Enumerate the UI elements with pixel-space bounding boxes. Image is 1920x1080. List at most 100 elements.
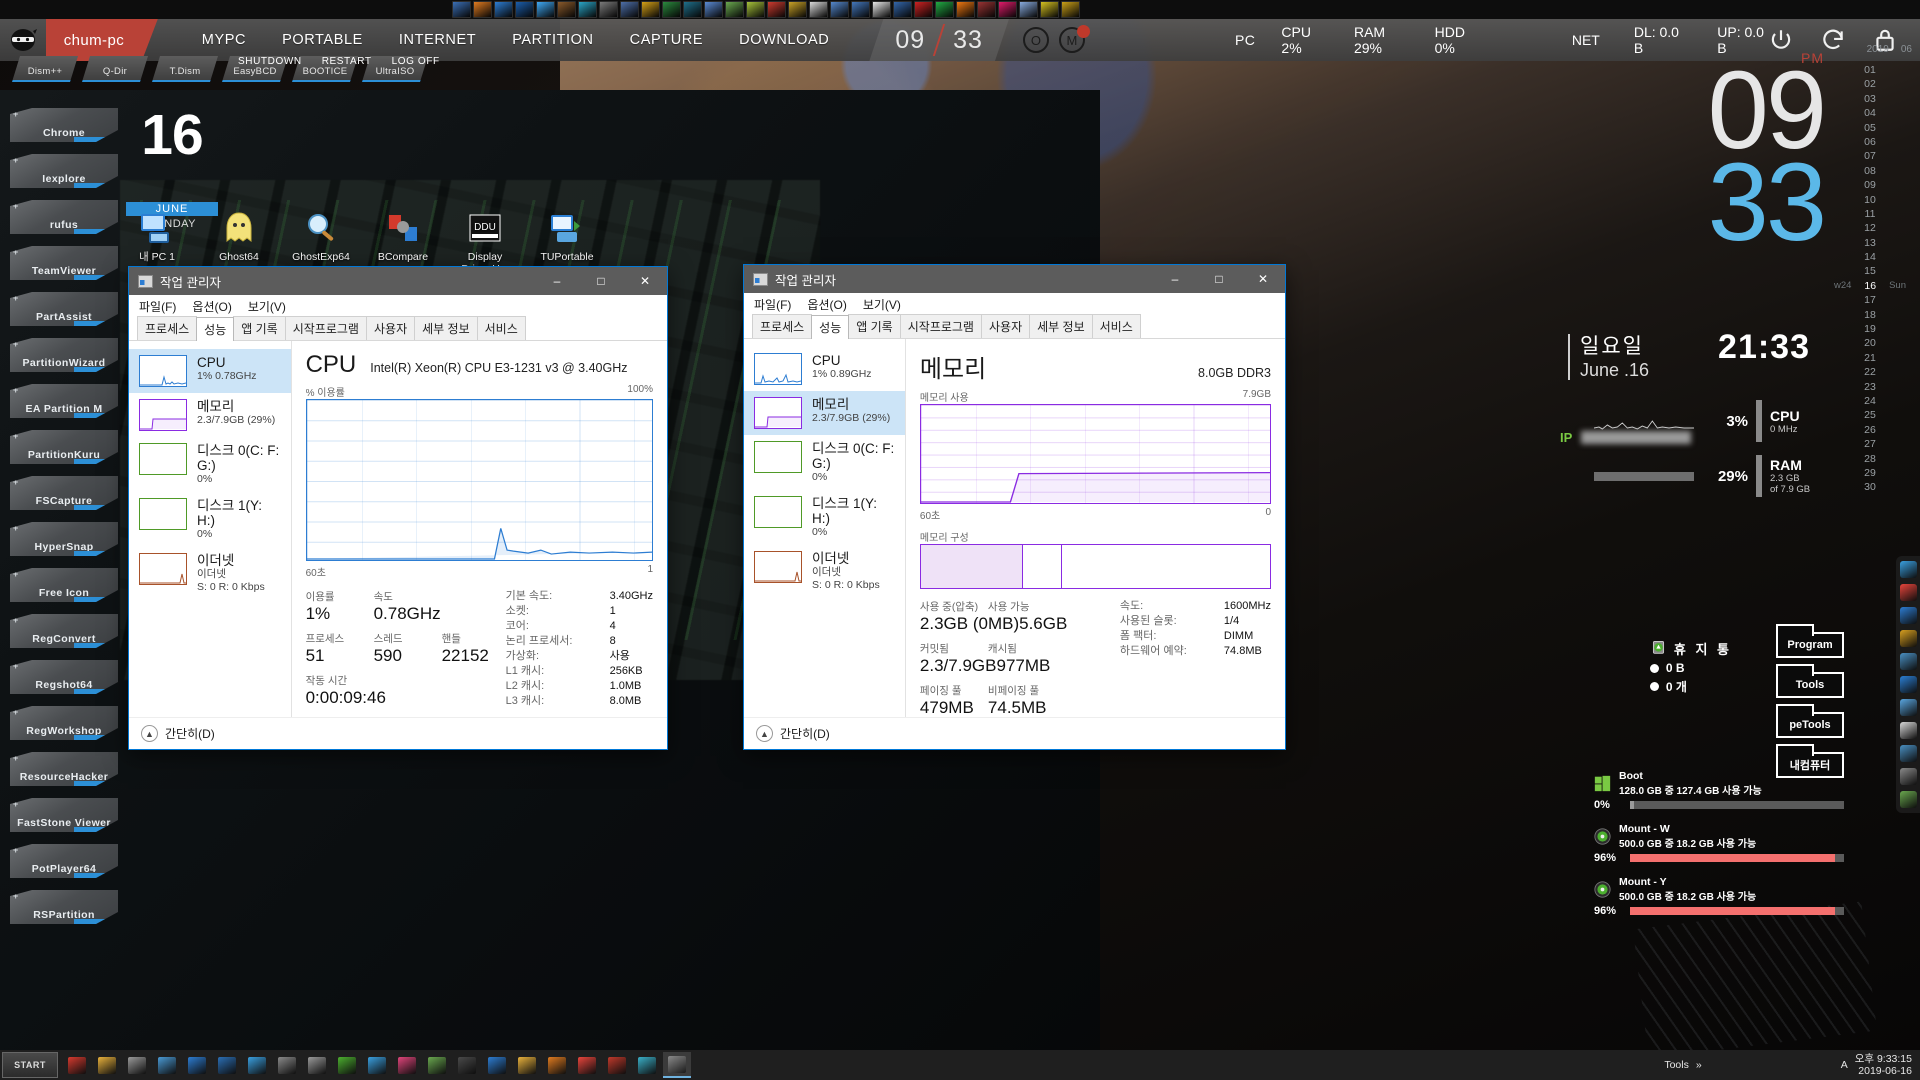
tray-icon-22[interactable] [893,1,912,18]
rail-shortcut-fscapture[interactable]: + FSCapture [10,476,118,510]
shortcut-tdism[interactable]: T.Dism [152,56,218,82]
taskbar-item-monitor-icon[interactable] [183,1052,211,1078]
menu-options[interactable]: 옵션(O) [807,296,846,313]
tray-icon-12[interactable] [683,1,702,18]
tray-icon-18[interactable] [809,1,828,18]
windows-taskbar[interactable]: START Tools » A 오후 9:33:15 2019-06-16 [0,1050,1920,1080]
taskbar-item-blue-folder-icon[interactable] [483,1052,511,1078]
left-shortcut-rail[interactable]: + Chrome + Iexplore + rufus + TeamViewer + PartAs… [10,108,118,924]
rail-shortcut-ea-partition-m[interactable]: + EA Partition M [10,384,118,418]
shortcut-qdir[interactable]: Q-Dir [82,56,148,82]
window-titlebar[interactable]: 작업 관리자 – □ ✕ [744,265,1285,293]
taskbar-item-chrome-icon[interactable] [573,1052,601,1078]
tray-icon-4[interactable] [515,1,534,18]
taskbar-item-yellow-app-icon[interactable] [513,1052,541,1078]
computer-icon[interactable] [1899,699,1917,716]
folder-shortcut-peTools[interactable]: peTools [1776,704,1844,738]
taskbar-item-cyan-app-icon[interactable] [633,1052,661,1078]
menu-item-mypc[interactable]: MYPC [184,32,264,48]
tray-icon-16[interactable] [767,1,786,18]
diamond-icon[interactable] [1899,722,1917,739]
close-button[interactable]: ✕ [623,267,667,295]
tray-icon-9[interactable] [620,1,639,18]
rail-shortcut-chrome[interactable]: + Chrome [10,108,118,142]
action-shutdown[interactable]: SHUTDOWN [238,56,302,67]
taskbar-item-wifi-icon[interactable] [363,1052,391,1078]
folder-shortcut-Tools[interactable]: Tools [1776,664,1844,698]
tab-사용자[interactable]: 사용자 [980,314,1031,338]
tab-세부-정보[interactable]: 세부 정보 [414,316,478,340]
rail-shortcut-faststone-viewer[interactable]: + FastStone Viewer [10,798,118,832]
internet-explorer-icon[interactable] [1899,561,1917,578]
taskbar-item-disc-icon[interactable] [273,1052,301,1078]
tab-프로세스[interactable]: 프로세스 [752,314,813,338]
folder-icon[interactable] [1899,653,1917,670]
shortcut-dismpp[interactable]: Dism++ [12,56,78,82]
menu-item-portable[interactable]: PORTABLE [264,32,381,48]
rail-shortcut-hypersnap[interactable]: + HyperSnap [10,522,118,556]
rail-shortcut-partitionkuru[interactable]: + PartitionKuru [10,430,118,464]
tray-icon-2[interactable] [473,1,492,18]
speed-icon[interactable] [1899,607,1917,624]
rail-shortcut-iexplore[interactable]: + Iexplore [10,154,118,188]
tray-overflow-chevron[interactable]: » [1696,1059,1702,1071]
rail-shortcut-potplayer64[interactable]: + PotPlayer64 [10,844,118,878]
tray-icon-19[interactable] [830,1,849,18]
top-menu[interactable]: MYPC PORTABLE INTERNET PARTITION CAPTURE… [184,32,848,48]
rail-shortcut-partassist[interactable]: + PartAssist [10,292,118,326]
tab-앱-기록[interactable]: 앱 기록 [233,316,286,340]
rail-shortcut-resourcehacker[interactable]: + ResourceHacker [10,752,118,786]
tab-앱-기록[interactable]: 앱 기록 [848,314,901,338]
tab-세부-정보[interactable]: 세부 정보 [1029,314,1093,338]
taskbar-item-red-app-icon[interactable] [603,1052,631,1078]
menu-options[interactable]: 옵션(O) [192,298,231,315]
close-button[interactable]: ✕ [1241,265,1285,293]
window-icon[interactable] [1899,745,1917,762]
resource-item-CPU[interactable]: CPU 1% 0.78GHz [129,349,291,393]
rail-shortcut-teamviewer[interactable]: + TeamViewer [10,246,118,280]
resource-item-디스크-0-C-F-G-[interactable]: 디스크 0(C: F: G:) 0% [744,435,905,490]
tray-icon-23[interactable] [914,1,933,18]
tray-icon-17[interactable] [788,1,807,18]
taskbar-item-green-app-icon[interactable] [333,1052,361,1078]
tab-프로세스[interactable]: 프로세스 [137,316,198,340]
tray-icon-29[interactable] [1040,1,1059,18]
tray-icon-26[interactable] [977,1,996,18]
taskbar-item-explorer-icon[interactable] [123,1052,151,1078]
menu-item-partition[interactable]: PARTITION [494,32,611,48]
volume-icon[interactable] [1819,1058,1834,1073]
opera-icon[interactable]: O [1022,27,1049,53]
tab-시작프로그램[interactable]: 시작프로그램 [899,314,982,338]
ime-indicator[interactable]: A [1841,1059,1848,1071]
tray-icon-1[interactable] [452,1,471,18]
maximize-button[interactable]: □ [579,267,623,295]
maximize-button[interactable]: □ [1197,265,1241,293]
resource-item-메모리[interactable]: 메모리 2.3/7.9GB (29%) [129,393,291,437]
taskbar-item-globe-icon[interactable] [243,1052,271,1078]
tray-icon-13[interactable] [704,1,723,18]
tray-icon-2[interactable] [1731,1058,1746,1073]
window-menubar[interactable]: 파일(F) 옵션(O) 보기(V) [744,293,1285,316]
resource-item-디스크-1-Y-H-[interactable]: 디스크 1(Y: H:) 0% [129,492,291,547]
tab-성능[interactable]: 성능 [811,315,850,339]
tray-icon-27[interactable] [998,1,1017,18]
rail-shortcut-regworkshop[interactable]: + RegWorkshop [10,706,118,740]
resource-item-메모리[interactable]: 메모리 2.3/7.9GB (29%) [744,391,905,435]
tab-사용자[interactable]: 사용자 [365,316,416,340]
taskbar-item-pink-app-icon[interactable] [393,1052,421,1078]
resource-item-이더넷[interactable]: 이더넷 이더넷 S: 0 R: 0 Kbps [744,545,905,598]
tray-icon-6[interactable] [557,1,576,18]
window-controls[interactable]: – □ ✕ [1153,265,1285,293]
menu-file[interactable]: 파일(F) [754,296,791,313]
taskbar-item-gear-icon[interactable] [303,1052,331,1078]
tab-서비스[interactable]: 서비스 [1091,314,1141,338]
taskbar-item-settings-icon[interactable] [153,1052,181,1078]
chrome-icon[interactable] [1899,584,1917,601]
menu-file[interactable]: 파일(F) [139,298,176,315]
tray-icon-4[interactable] [1797,1058,1812,1073]
menu-item-capture[interactable]: CAPTURE [612,32,722,48]
task-manager-window-memory[interactable]: 작업 관리자 – □ ✕ 파일(F) 옵션(O) 보기(V) 프로세스 성능 앱 기… [743,264,1286,750]
rail-shortcut-partitionwizard[interactable]: + PartitionWizard [10,338,118,372]
tray-icon-3[interactable] [1753,1058,1768,1073]
taskbar-item-chart-icon[interactable] [423,1052,451,1078]
